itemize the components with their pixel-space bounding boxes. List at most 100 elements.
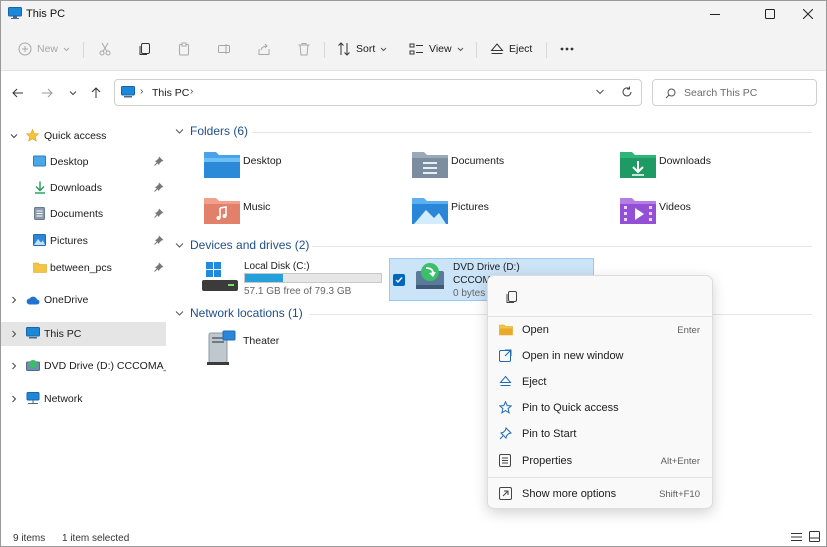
drive-tile-local-disk[interactable]: Local Disk (C:) 57.1 GB free of 79.3 GB	[199, 257, 389, 300]
drive-label: DVD Drive (D:)	[453, 262, 520, 273]
more-button[interactable]	[555, 37, 579, 61]
music-icon	[204, 198, 240, 224]
recent-locations-button[interactable]	[62, 82, 84, 104]
sidebar-item-label: Quick access	[44, 130, 107, 142]
view-button[interactable]: View	[405, 37, 468, 61]
close-button[interactable]	[786, 1, 826, 27]
status-bar: 9 items 1 item selected	[1, 527, 826, 546]
menu-item-pin-start[interactable]: Pin to Start	[492, 421, 708, 447]
network-tile-theater[interactable]: Theater	[201, 329, 401, 369]
paste-button[interactable]	[173, 37, 195, 61]
breadcrumb-this-pc[interactable]: This PC	[152, 87, 189, 99]
window-title: This PC	[26, 8, 66, 20]
menu-item-label: Eject	[522, 376, 547, 388]
group-header-folders[interactable]: Folders (6)	[175, 124, 248, 138]
delete-button[interactable]	[293, 37, 315, 61]
folder-tile-videos[interactable]: Videos	[617, 195, 817, 235]
copy-button[interactable]	[500, 286, 524, 308]
this-pc-icon	[8, 7, 22, 19]
chevron-right-icon[interactable]	[10, 330, 18, 338]
folder-tile-documents[interactable]: Documents	[409, 149, 609, 189]
menu-item-pin-quick-access[interactable]: Pin to Quick access	[492, 395, 708, 421]
menu-item-eject[interactable]: Eject	[492, 369, 708, 395]
sidebar-item-network[interactable]: Network	[1, 387, 166, 411]
sidebar-item-pictures[interactable]: Pictures	[1, 229, 166, 253]
eject-button[interactable]: Eject	[486, 37, 536, 61]
folder-tile-desktop[interactable]: Desktop	[201, 149, 401, 189]
sidebar-item-downloads[interactable]: Downloads	[1, 176, 166, 200]
sidebar-item-label: Documents	[50, 208, 104, 220]
sidebar-item-documents[interactable]: Documents	[1, 202, 166, 226]
pin-icon[interactable]	[154, 182, 164, 192]
sort-icon	[338, 42, 350, 56]
drive-label: Local Disk (C:)	[244, 261, 310, 272]
navigation-pane: Quick access Desktop Downloads Documents…	[1, 119, 167, 519]
details-view-icon[interactable]	[791, 532, 802, 542]
network-icon	[26, 392, 40, 404]
tiles-view-icon[interactable]	[809, 531, 820, 542]
drive-free-space: 57.1 GB free of 79.3 GB	[244, 286, 352, 297]
folder-tile-pictures[interactable]: Pictures	[409, 195, 609, 235]
back-button[interactable]	[7, 82, 29, 104]
desktop-icon	[33, 155, 46, 167]
chevron-right-icon[interactable]	[10, 296, 18, 304]
folder-tile-music[interactable]: Music	[201, 195, 401, 235]
tile-label: Theater	[243, 335, 280, 347]
menu-item-open-new-window[interactable]: Open in new window	[492, 343, 708, 369]
pin-icon[interactable]	[154, 235, 164, 245]
copy-icon	[139, 43, 150, 55]
search-box[interactable]	[652, 79, 817, 106]
desktop-icon	[204, 152, 240, 178]
arrow-right-icon	[42, 88, 53, 98]
sidebar-item-onedrive[interactable]: OneDrive	[1, 288, 166, 312]
sidebar-item-this-pc[interactable]: This PC	[1, 322, 166, 346]
pin-icon[interactable]	[154, 262, 164, 272]
folder-icon	[33, 262, 47, 273]
tile-label: Documents	[451, 155, 505, 167]
pictures-icon	[412, 198, 448, 224]
chevron-down-icon	[380, 47, 387, 51]
menu-item-show-more-options[interactable]: Show more options Shift+F10	[492, 481, 708, 507]
sidebar-item-dvd-drive[interactable]: DVD Drive (D:) CCCOMA_X6	[1, 354, 166, 378]
search-input[interactable]	[684, 85, 809, 101]
share-button[interactable]	[253, 37, 275, 61]
group-title: Devices and drives (2)	[190, 238, 310, 252]
chevron-down-icon[interactable]	[595, 87, 605, 97]
properties-icon	[499, 454, 511, 467]
group-title: Network locations (1)	[190, 306, 303, 320]
chevron-right-icon[interactable]	[10, 362, 18, 370]
breadcrumb-separator[interactable]: ›	[140, 86, 143, 97]
group-header-network[interactable]: Network locations (1)	[175, 306, 303, 320]
breadcrumb-separator[interactable]: ›	[190, 86, 193, 97]
menu-item-open[interactable]: Open Enter	[492, 317, 708, 343]
minimize-button[interactable]	[693, 1, 737, 27]
copy-button[interactable]	[134, 37, 156, 61]
refresh-icon[interactable]	[621, 86, 633, 98]
sidebar-item-label: DVD Drive (D:) CCCOMA_X6	[44, 360, 166, 372]
cut-button[interactable]	[94, 37, 116, 61]
pin-icon[interactable]	[154, 208, 164, 218]
sidebar-item-quick-access[interactable]: Quick access	[1, 124, 166, 148]
toolbar-divider	[476, 42, 477, 58]
address-bar[interactable]: › This PC ›	[114, 79, 642, 106]
sort-button[interactable]: Sort	[333, 37, 391, 61]
chevron-right-icon[interactable]	[10, 395, 18, 403]
chevron-down-icon[interactable]	[10, 132, 18, 140]
folder-tile-downloads[interactable]: Downloads	[617, 149, 817, 189]
tile-label: Downloads	[659, 155, 711, 167]
group-header-devices[interactable]: Devices and drives (2)	[175, 238, 309, 252]
new-button[interactable]: New	[14, 37, 74, 61]
menu-item-properties[interactable]: Properties Alt+Enter	[492, 448, 708, 474]
star-icon	[499, 401, 512, 414]
pin-icon[interactable]	[154, 156, 164, 166]
selection-checkbox[interactable]	[393, 274, 405, 286]
rename-button[interactable]	[213, 37, 235, 61]
forward-button[interactable]	[36, 82, 58, 104]
drive-usage-fill	[245, 274, 284, 282]
up-button[interactable]	[85, 82, 107, 104]
sidebar-item-between-pcs[interactable]: between_pcs	[1, 256, 166, 280]
sidebar-item-desktop[interactable]: Desktop	[1, 150, 166, 174]
this-pc-icon	[121, 86, 135, 98]
videos-icon	[620, 198, 656, 224]
menu-item-label: Open in new window	[522, 350, 624, 362]
